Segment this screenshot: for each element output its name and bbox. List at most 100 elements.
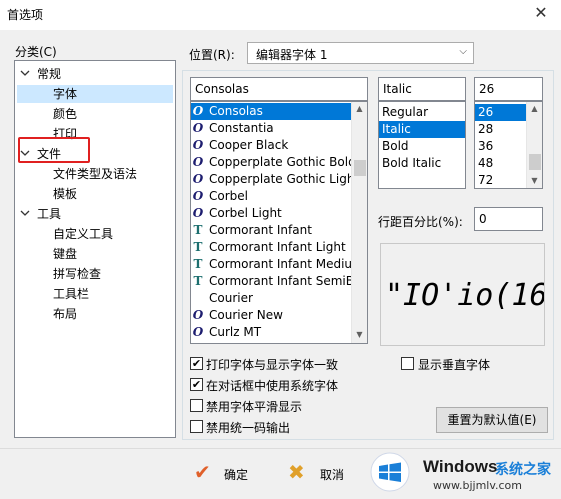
title-bar [0, 0, 561, 30]
font-list-item[interactable]: T Cormorant Infant SemiBold [191, 273, 351, 290]
font-list-label: Copperplate Gothic Bold [209, 155, 351, 169]
font-list-label: Corbel Light [209, 206, 282, 220]
font-list-label: Courier [209, 291, 253, 305]
truetype-font-icon: T [193, 257, 203, 271]
font-list-label: Copperplate Gothic Light [209, 172, 351, 186]
size-list-item[interactable]: 72 [475, 172, 526, 188]
font-size-input[interactable]: 26 [474, 77, 543, 101]
font-style-value: Italic [383, 82, 412, 96]
scroll-up-icon[interactable]: ▲ [527, 102, 542, 116]
size-list-scrollbar[interactable]: ▲ ▼ [526, 102, 542, 188]
font-list-item[interactable]: O Constantia [191, 120, 351, 137]
font-style-input[interactable]: Italic [378, 77, 466, 101]
vertical-font-checkbox[interactable] [401, 357, 414, 370]
option-checkbox[interactable] [190, 420, 203, 433]
tree-item[interactable]: 工具栏 [51, 285, 89, 303]
option-checkbox[interactable]: ✔ [190, 357, 203, 370]
style-list-item[interactable]: Bold Italic [379, 155, 465, 172]
option-checkbox[interactable] [190, 399, 203, 412]
tree-item[interactable]: 自定义工具 [51, 225, 113, 243]
tree-item[interactable]: 工具 [35, 205, 61, 223]
font-size-value: 26 [479, 82, 495, 96]
font-list-item[interactable]: T Cormorant Infant [191, 222, 351, 239]
font-list-item[interactable]: T Cormorant Infant Medium [191, 256, 351, 273]
preview-text: "IO'io(16 [385, 278, 545, 313]
font-list-label: Courier New [209, 308, 283, 322]
tree-item[interactable]: 常规 [35, 65, 61, 83]
font-list-label: Cooper Black [209, 138, 289, 152]
line-spacing-value: 0 [479, 212, 487, 226]
font-list-label: Cormorant Infant Light [209, 240, 346, 254]
size-list-item[interactable]: 48 [475, 155, 526, 172]
chevron-down-icon: ⌵ [459, 46, 467, 57]
scroll-down-icon[interactable]: ▼ [352, 328, 367, 342]
font-name-list[interactable]: O Consolas O Constantia O Cooper Black O Copper… [190, 101, 368, 344]
font-list-item[interactable]: O Consolas [191, 103, 351, 120]
style-list-item[interactable]: Italic [379, 121, 465, 138]
font-list-item[interactable]: Courier [191, 290, 351, 307]
cancel-label: 取消 [320, 468, 345, 482]
opentype-font-icon: O [192, 138, 204, 152]
close-button[interactable]: ✕ [526, 2, 556, 26]
scroll-thumb[interactable] [354, 160, 366, 176]
style-list-item[interactable]: Bold [379, 138, 465, 155]
font-list-item[interactable]: O Corbel Light [191, 205, 351, 222]
font-list-label: Constantia [209, 121, 274, 135]
tree-item[interactable]: 字体 [17, 85, 173, 103]
windows-logo-icon [370, 452, 410, 492]
ok-button[interactable]: ✔ 确定 [190, 460, 270, 488]
font-style-list[interactable]: Regular Italic Bold Bold Italic [378, 101, 466, 189]
line-spacing-input[interactable]: 0 [474, 207, 543, 231]
ok-label: 确定 [224, 468, 249, 482]
watermark-url: www.bjjmlv.com [433, 479, 522, 492]
size-list-item[interactable]: 28 [475, 121, 526, 138]
font-list-label: Cormorant Infant [209, 223, 312, 237]
font-list-label: Consolas [209, 104, 263, 118]
opentype-font-icon: O [192, 308, 204, 322]
reset-defaults-button[interactable]: 重置为默认值(E) [436, 407, 548, 433]
vertical-font-label: 显示垂直字体 [418, 358, 491, 372]
font-name-input[interactable]: Consolas [190, 77, 368, 101]
font-list-item[interactable]: O Curlz MT [191, 324, 351, 341]
expand-arrow-icon[interactable] [19, 208, 31, 220]
font-list-item[interactable]: O Copperplate Gothic Light [191, 171, 351, 188]
size-list-item[interactable]: 36 [475, 138, 526, 155]
opentype-font-icon: O [192, 104, 204, 118]
category-group-label: 分类(C) [15, 45, 57, 59]
position-combo[interactable]: 编辑器字体 1 ⌵ [247, 42, 474, 64]
option-label: 打印字体与显示字体一致 [206, 358, 339, 372]
truetype-font-icon: T [193, 274, 203, 288]
size-list-item[interactable]: 26 [475, 104, 526, 121]
font-list-item[interactable]: O Copperplate Gothic Bold [191, 154, 351, 171]
tree-item[interactable]: 文件类型及语法 [51, 165, 137, 183]
tree-item[interactable]: 颜色 [51, 105, 77, 123]
font-list-scrollbar[interactable]: ▲ ▼ [351, 102, 367, 343]
tree-item[interactable]: 模板 [51, 185, 77, 203]
tree-item[interactable]: 布局 [51, 305, 77, 323]
font-list-item[interactable]: O Cooper Black [191, 137, 351, 154]
tree-item[interactable]: 键盘 [51, 245, 77, 263]
scroll-down-icon[interactable]: ▼ [527, 174, 542, 188]
watermark-brand: Windows [423, 457, 498, 476]
expand-arrow-icon[interactable] [19, 68, 31, 80]
highlight-box [18, 137, 90, 163]
tree-item[interactable]: 拼写检查 [51, 265, 101, 283]
font-list-label: Corbel [209, 189, 248, 203]
cancel-button[interactable]: ✖ 取消 [286, 460, 366, 488]
opentype-font-icon: O [192, 121, 204, 135]
font-size-list[interactable]: 26 28 36 48 72 ▲ ▼ [474, 101, 543, 189]
watermark-suffix: 系统之家 [495, 462, 551, 478]
opentype-font-icon: O [192, 189, 204, 203]
font-list-item[interactable]: O Corbel [191, 188, 351, 205]
font-list-item[interactable]: O Courier New [191, 307, 351, 324]
line-spacing-label: 行距百分比(%): [378, 215, 463, 229]
scroll-thumb[interactable] [529, 154, 541, 170]
style-list-item[interactable]: Regular [379, 104, 465, 121]
option-label: 禁用统一码输出 [206, 421, 291, 435]
scroll-up-icon[interactable]: ▲ [352, 102, 367, 116]
font-preview: "IO'io(16 [380, 243, 545, 346]
option-checkbox[interactable]: ✔ [190, 378, 203, 391]
position-label: 位置(R): [189, 48, 235, 62]
option-label: 禁用字体平滑显示 [206, 400, 303, 414]
font-list-item[interactable]: T Cormorant Infant Light [191, 239, 351, 256]
